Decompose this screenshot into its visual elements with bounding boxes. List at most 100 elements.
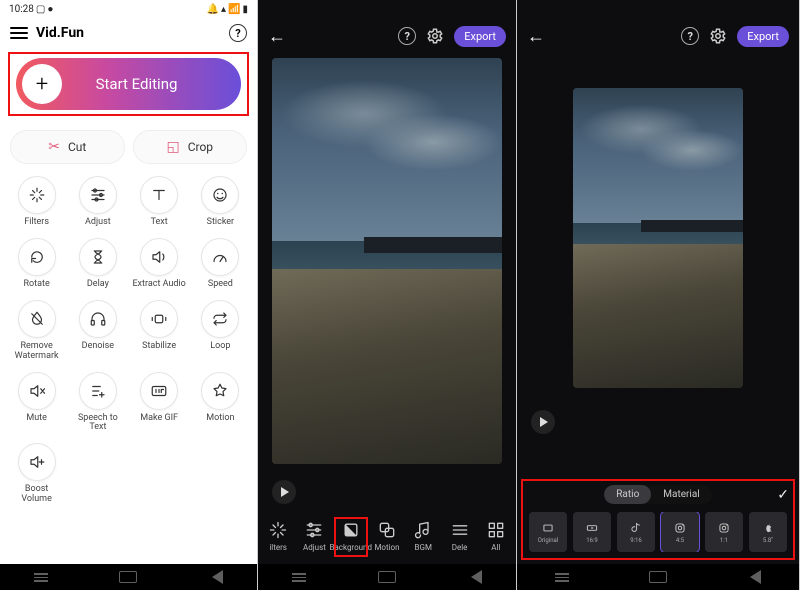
tool-text[interactable]: Text	[129, 174, 190, 232]
sliders-icon	[79, 176, 117, 214]
ratio-9_16[interactable]: 9:16	[617, 512, 655, 552]
ratio-1_1[interactable]: 1:1	[705, 512, 743, 552]
tab-material[interactable]: Material	[651, 485, 711, 504]
nav-home-icon[interactable]	[119, 571, 137, 583]
tab-ratio[interactable]: Ratio	[604, 485, 651, 504]
sparkle-icon	[18, 176, 56, 214]
cut-label: Cut	[68, 140, 86, 154]
video-preview[interactable]	[272, 58, 502, 464]
tool-remove_watermark[interactable]: Remove Watermark	[6, 298, 67, 366]
tool-label: Text	[151, 218, 168, 228]
help-icon[interactable]: ?	[681, 27, 699, 45]
bottom-adjust[interactable]: Adjust	[296, 520, 332, 552]
tool-speech_to_text[interactable]: Speech to Text	[67, 370, 128, 438]
tool-label: Sticker	[207, 218, 234, 228]
bottom-bgm[interactable]: BGM	[405, 520, 441, 552]
nav-back-icon[interactable]	[464, 570, 482, 584]
gear-icon[interactable]	[709, 27, 727, 45]
crop-icon: ◱	[166, 139, 179, 155]
ratio-5_8[interactable]: 5.8"	[749, 512, 787, 552]
back-icon[interactable]: ←	[268, 26, 286, 47]
crop-button[interactable]: ◱ Crop	[133, 130, 248, 164]
tool-mute[interactable]: Mute	[6, 370, 67, 438]
ratio-16_9[interactable]: 16:9	[573, 512, 611, 552]
tool-label: Remove Watermark	[9, 342, 65, 362]
tool-filters[interactable]: Filters	[6, 174, 67, 232]
tool-label: Speech to Text	[70, 414, 126, 434]
tool-boost_volume[interactable]: Boost Volume	[6, 441, 67, 509]
tool-label: Stabilize	[142, 342, 176, 352]
back-icon[interactable]: ←	[527, 26, 545, 47]
tool-rotate[interactable]: Rotate	[6, 236, 67, 294]
export-button[interactable]: Export	[737, 26, 789, 47]
bottom-label: Motion	[374, 543, 399, 552]
signal-icon: 📶	[228, 4, 240, 15]
nav-home-icon[interactable]	[378, 571, 396, 583]
wifi-icon: ▴	[221, 4, 226, 15]
ratio-original[interactable]: Original	[529, 512, 567, 552]
confirm-icon[interactable]: ✓	[777, 487, 789, 503]
tool-label: Speed	[208, 280, 233, 290]
headphones-icon	[79, 300, 117, 338]
nav-back-icon[interactable]	[743, 570, 761, 584]
bottom-filters[interactable]: ilters	[260, 520, 296, 552]
contrast-square-icon	[341, 520, 361, 540]
tool-delay[interactable]: Delay	[67, 236, 128, 294]
music-note-icon	[413, 520, 433, 540]
status-bar	[517, 0, 799, 18]
bottom-background[interactable]: Background	[333, 520, 369, 552]
ratio-4_5[interactable]: 4:5	[661, 512, 699, 552]
bottom-label: ilters	[269, 543, 287, 552]
preview-area	[258, 54, 516, 476]
nav-home-icon[interactable]	[649, 571, 667, 583]
tool-extract_audio[interactable]: Extract Audio	[129, 236, 190, 294]
anti-shake-icon	[140, 300, 178, 338]
ratio-label: 16:9	[586, 537, 598, 544]
android-nav-bar	[517, 564, 799, 590]
cut-button[interactable]: ✂ Cut	[10, 130, 125, 164]
tool-adjust[interactable]: Adjust	[67, 174, 128, 232]
gear-icon[interactable]	[426, 27, 444, 45]
tool-make_gif[interactable]: Make GIF	[129, 370, 190, 438]
tool-label: Delay	[87, 280, 109, 290]
volume-plus-icon	[18, 443, 56, 481]
ratio-options: Original 16:9 9:164:51:15.8"	[527, 512, 789, 552]
tool-stabilize[interactable]: Stabilize	[129, 298, 190, 366]
video-preview[interactable]	[573, 88, 743, 388]
menu-icon[interactable]	[10, 24, 28, 42]
nav-recent-icon[interactable]	[34, 571, 52, 583]
play-button[interactable]	[272, 480, 296, 504]
gauge-icon	[201, 238, 239, 276]
gif-icon	[140, 372, 178, 410]
nav-recent-icon[interactable]	[292, 571, 310, 583]
bottom-label: Background	[329, 543, 372, 552]
tool-label: Adjust	[85, 218, 111, 228]
nav-recent-icon[interactable]	[555, 571, 573, 583]
tool-denoise[interactable]: Denoise	[67, 298, 128, 366]
bottom-delete[interactable]: Dele	[441, 520, 477, 552]
tool-label: Loop	[210, 342, 230, 352]
tool-motion[interactable]: Motion	[190, 370, 251, 438]
bottom-motion[interactable]: Motion	[369, 520, 405, 552]
help-icon[interactable]: ?	[229, 24, 247, 42]
help-icon[interactable]: ?	[398, 27, 416, 45]
tool-label: Filters	[24, 218, 49, 228]
star-icon	[201, 372, 239, 410]
ratio-panel: Ratio Material ✓ Original 16:9 9:164:51:15…	[517, 473, 799, 564]
play-button[interactable]	[531, 410, 555, 434]
app-header: Vid.Fun ?	[0, 18, 257, 48]
bottom-all[interactable]: All	[478, 520, 514, 552]
panel-ratio: ← ? Export Ratio Material ✓ Original 16:9…	[517, 0, 800, 590]
nav-back-icon[interactable]	[205, 570, 223, 584]
tool-speed[interactable]: Speed	[190, 236, 251, 294]
droplet-slash-icon	[18, 300, 56, 338]
export-button[interactable]: Export	[454, 26, 506, 47]
tool-loop[interactable]: Loop	[190, 298, 251, 366]
tool-grid: Filters Adjust Text Sticker Rotate Delay Extra…	[0, 170, 257, 564]
ratio-tabs: Ratio Material ✓	[527, 485, 789, 504]
tool-sticker[interactable]: Sticker	[190, 174, 251, 232]
ratio-highlight: Ratio Material ✓ Original 16:9 9:164:51:15…	[521, 479, 795, 560]
start-editing-button[interactable]: + Start Editing	[16, 58, 241, 110]
sparkle-icon	[268, 520, 288, 540]
rotate-icon	[18, 238, 56, 276]
